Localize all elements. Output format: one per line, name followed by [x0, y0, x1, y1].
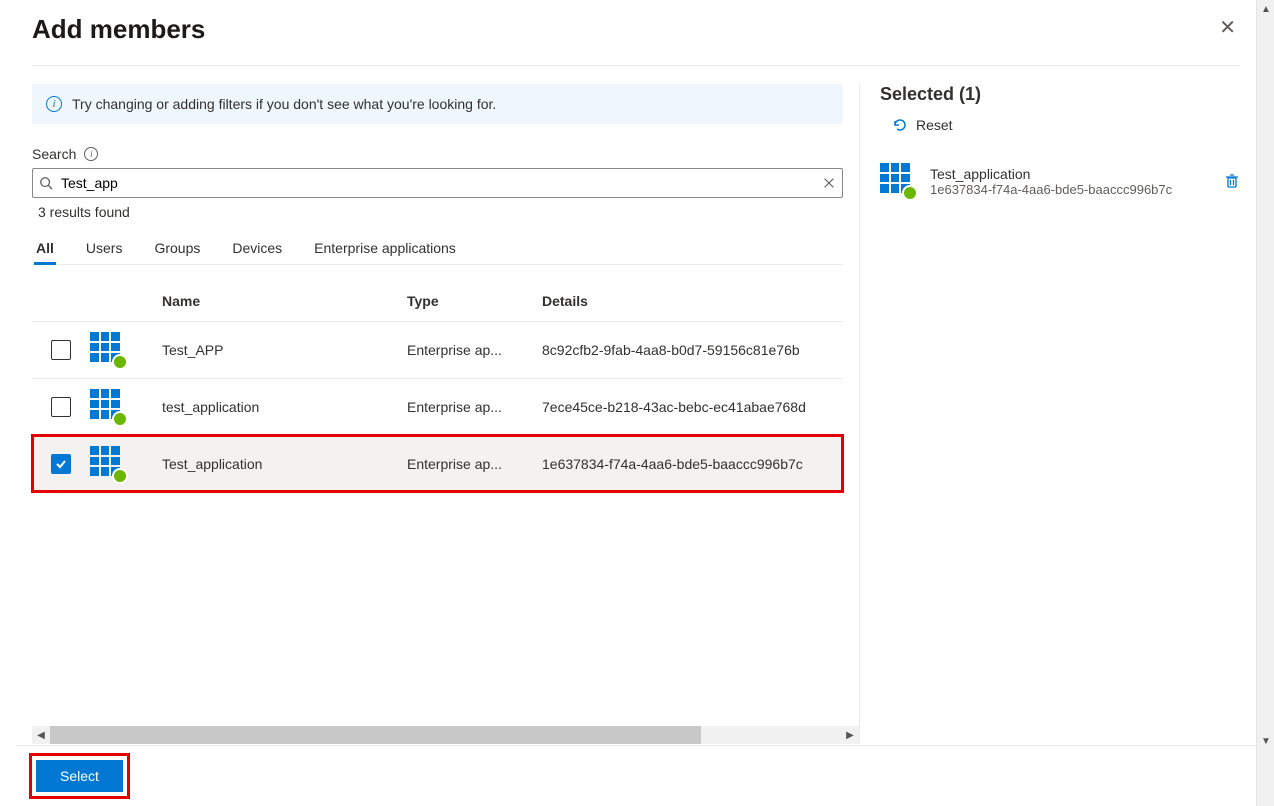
clear-search-button[interactable]: [822, 176, 836, 190]
panel-header: Add members ✕: [32, 8, 1240, 65]
search-box: [32, 168, 843, 198]
table-header: Name Type Details: [32, 281, 843, 321]
select-button[interactable]: Select: [36, 760, 123, 792]
row-details: 7ece45ce-b218-43ac-bebc-ec41abae768d: [542, 399, 843, 415]
info-icon: i: [46, 96, 62, 112]
tab-all[interactable]: All: [34, 232, 56, 264]
results-table: Name Type Details Test_APPEnterprise ap.…: [32, 281, 843, 492]
selected-items: Test_application1e637834-f74a-4aa6-bde5-…: [880, 163, 1240, 199]
selected-title: Selected (1): [880, 84, 1240, 105]
enterprise-app-icon: [90, 446, 126, 482]
tab-devices[interactable]: Devices: [230, 232, 284, 264]
selected-item-id: 1e637834-f74a-4aa6-bde5-baaccc996b7c: [930, 182, 1210, 197]
search-input[interactable]: [59, 173, 816, 193]
row-checkbox[interactable]: [51, 397, 71, 417]
row-type: Enterprise ap...: [407, 456, 542, 472]
tab-enterprise-applications[interactable]: Enterprise applications: [312, 232, 458, 264]
scroll-up-arrow[interactable]: ▲: [1257, 0, 1274, 18]
table-body: Test_APPEnterprise ap...8c92cfb2-9fab-4a…: [32, 321, 843, 492]
row-name: test_application: [162, 399, 407, 415]
footer: Select: [16, 745, 1256, 806]
results-count: 3 results found: [38, 204, 843, 220]
selected-panel: Selected (1) Reset Test_application1e637…: [860, 84, 1240, 744]
page-title: Add members: [32, 14, 205, 45]
divider: [32, 65, 1240, 66]
row-details: 1e637834-f74a-4aa6-bde5-baaccc996b7c: [542, 456, 843, 472]
row-name: Test_application: [162, 456, 407, 472]
row-name: Test_APP: [162, 342, 407, 358]
add-members-panel: Add members ✕ i Try changing or adding f…: [16, 0, 1256, 806]
row-checkbox[interactable]: [51, 340, 71, 360]
col-header-details[interactable]: Details: [542, 293, 843, 309]
search-help-icon[interactable]: i: [84, 147, 98, 161]
table-row[interactable]: Test_applicationEnterprise ap...1e637834…: [32, 435, 843, 492]
scroll-down-arrow[interactable]: ▼: [1257, 732, 1274, 750]
horizontal-scrollbar[interactable]: ◀ ▶: [32, 726, 859, 744]
undo-icon: [892, 117, 908, 133]
search-icon: [39, 176, 53, 190]
scroll-left-arrow[interactable]: ◀: [32, 726, 50, 744]
reset-button[interactable]: Reset: [892, 117, 953, 133]
info-banner-text: Try changing or adding filters if you do…: [72, 96, 496, 112]
scroll-thumb[interactable]: [50, 726, 701, 744]
selected-item: Test_application1e637834-f74a-4aa6-bde5-…: [880, 163, 1240, 199]
row-type: Enterprise ap...: [407, 342, 542, 358]
tab-users[interactable]: Users: [84, 232, 125, 264]
col-header-name[interactable]: Name: [162, 293, 407, 309]
left-column: i Try changing or adding filters if you …: [32, 84, 860, 744]
row-type: Enterprise ap...: [407, 399, 542, 415]
table-row[interactable]: Test_APPEnterprise ap...8c92cfb2-9fab-4a…: [32, 321, 843, 378]
enterprise-app-icon: [90, 389, 126, 425]
table-row[interactable]: test_applicationEnterprise ap...7ece45ce…: [32, 378, 843, 435]
vertical-scrollbar[interactable]: ▲ ▼: [1256, 0, 1274, 806]
selected-item-name: Test_application: [930, 166, 1210, 182]
remove-selected-button[interactable]: [1224, 173, 1240, 189]
tab-groups[interactable]: Groups: [152, 232, 202, 264]
search-label: Search: [32, 146, 76, 162]
main-layout: i Try changing or adding filters if you …: [32, 84, 1240, 744]
row-checkbox[interactable]: [51, 454, 71, 474]
enterprise-app-icon: [880, 163, 916, 199]
close-button[interactable]: ✕: [1215, 14, 1240, 42]
enterprise-app-icon: [90, 332, 126, 368]
select-button-highlight: Select: [32, 756, 127, 796]
scroll-right-arrow[interactable]: ▶: [841, 726, 859, 744]
tabs: All Users Groups Devices Enterprise applicat…: [32, 232, 843, 265]
row-details: 8c92cfb2-9fab-4aa8-b0d7-59156c81e76b: [542, 342, 843, 358]
col-header-type[interactable]: Type: [407, 293, 542, 309]
info-banner: i Try changing or adding filters if you …: [32, 84, 843, 124]
reset-label: Reset: [916, 117, 953, 133]
search-label-row: Search i: [32, 146, 843, 162]
